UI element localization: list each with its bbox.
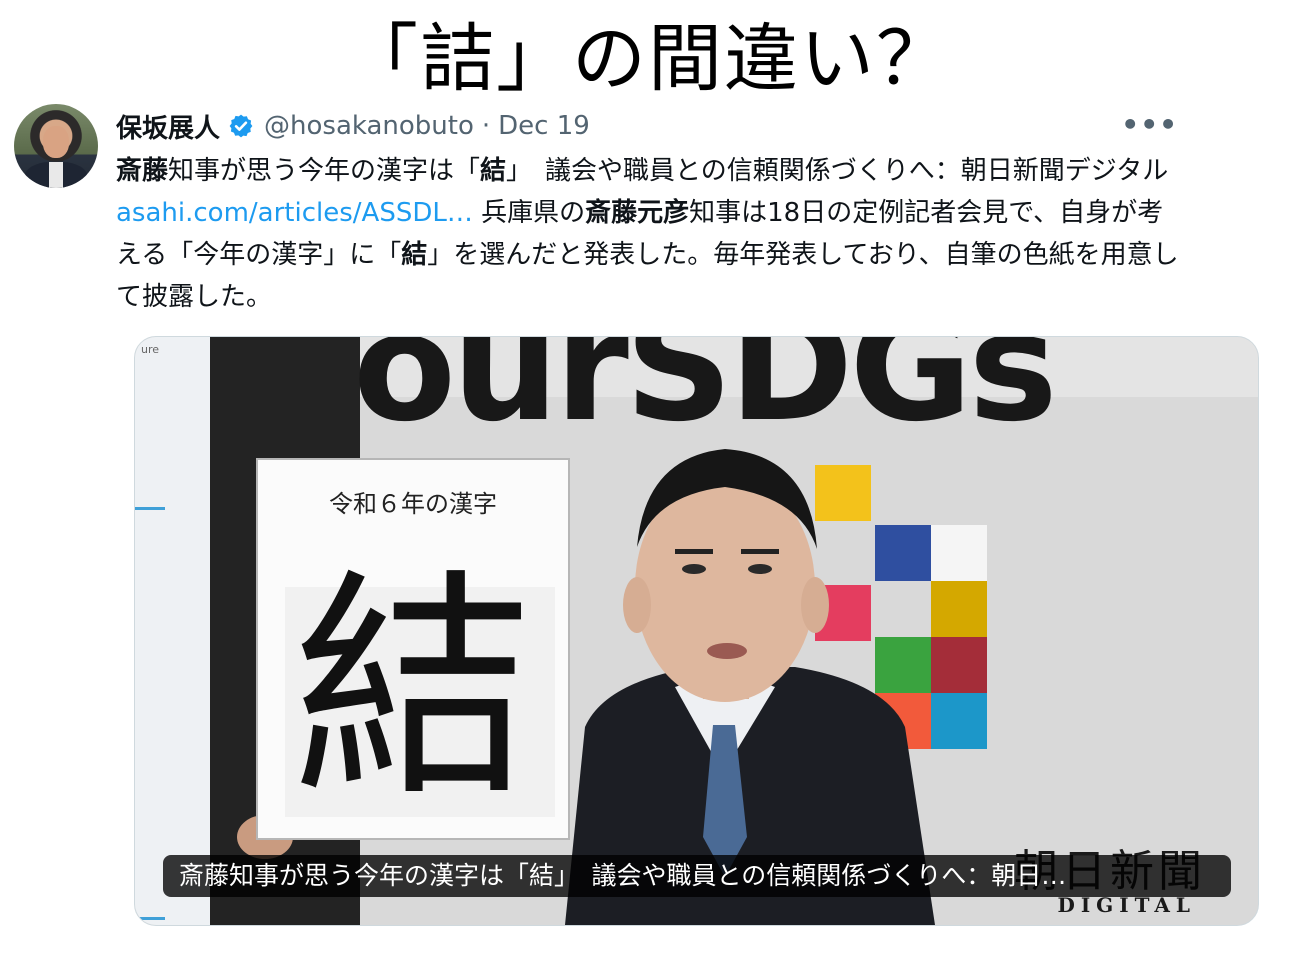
tweet-text-bold: 結 xyxy=(401,240,428,270)
headline: 「詰」の間違い？ xyxy=(344,16,952,102)
article-link[interactable]: asahi.com/articles/ASSDL… xyxy=(116,198,473,228)
verified-badge-icon xyxy=(229,114,253,138)
tweet-text-segment: 知事が思う今年の漢字は「 xyxy=(168,156,481,186)
meta-separator: · xyxy=(481,111,491,141)
handle[interactable]: @hosakanobuto xyxy=(264,111,474,141)
tweet-text-bold: 斎藤 xyxy=(116,156,169,186)
backdrop-banner-text: ourSDGs xyxy=(353,337,1054,455)
tweet-header: 保坂展人 @hosakanobuto · Dec 19 xyxy=(116,108,590,144)
tweet-text-segment: 」 議会や職員との信頼関係づくりへ：朝日新聞デジタル xyxy=(506,156,1169,186)
backdrop-fragment: ure xyxy=(141,343,159,356)
display-name[interactable]: 保坂展人 xyxy=(116,108,220,145)
avatar[interactable] xyxy=(14,104,98,188)
board-heading: 令和６年の漢字 xyxy=(329,490,497,518)
tweet-text-bold: 斎藤元彦 xyxy=(585,198,690,228)
card-caption[interactable]: 斎藤知事が思う今年の漢字は「結」 議会や職員との信頼関係づくりへ：朝日… xyxy=(163,855,1231,897)
tweet-text-bold: 結 xyxy=(480,156,507,186)
board-character: 結 xyxy=(293,549,533,829)
tweet-text: 斎藤知事が思う今年の漢字は「結」 議会や職員との信頼関係づくりへ：朝日新聞デジタ… xyxy=(116,150,1186,318)
tweet-date[interactable]: Dec 19 xyxy=(498,111,590,141)
link-card[interactable]: ure ourSDGs 令和６年の漢字 結 朝日新聞 DIGI xyxy=(134,336,1259,926)
tweet-text-segment: 兵庫県の xyxy=(472,198,586,228)
more-options-icon[interactable]: ••• xyxy=(1121,108,1178,141)
